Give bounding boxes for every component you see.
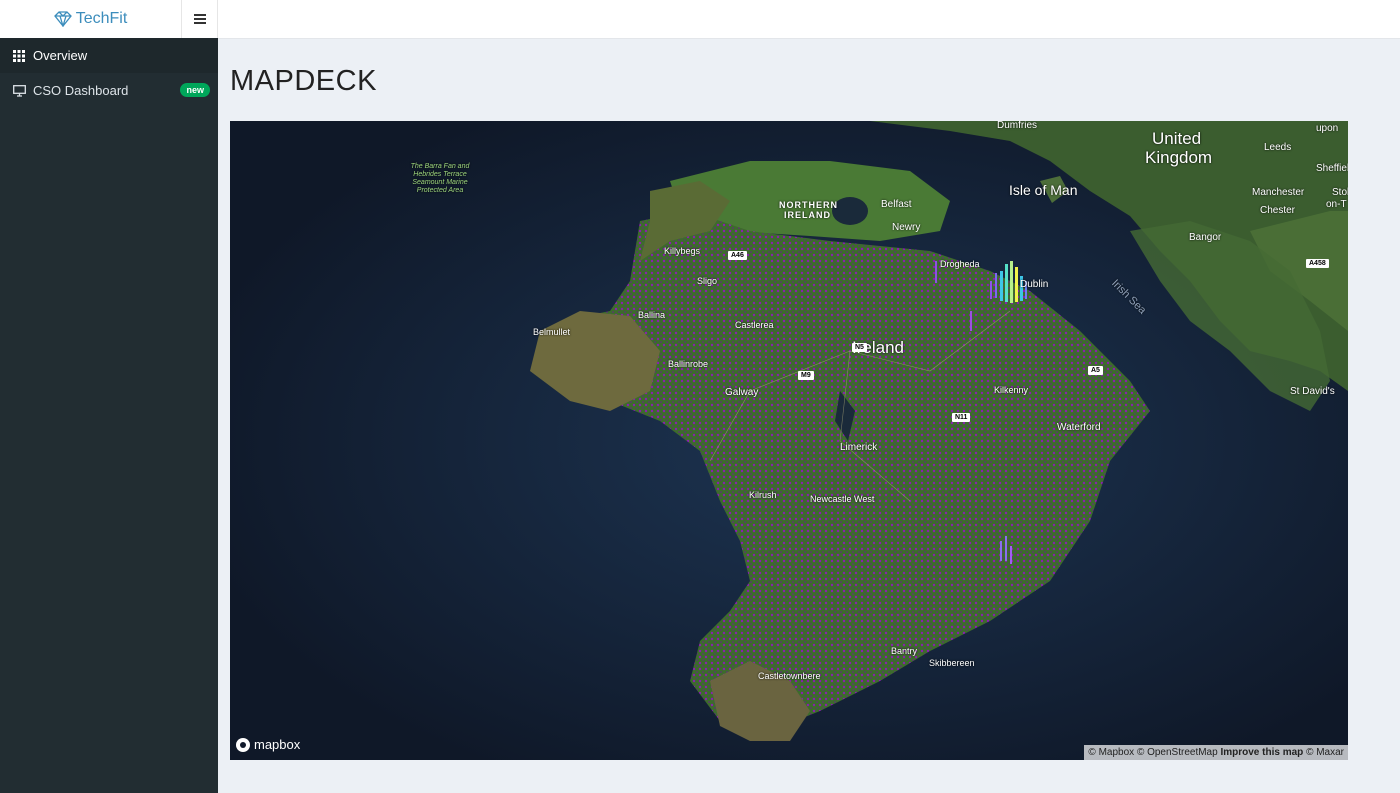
map-label-marine-area: The Barra Fan and Hebrides Terrace Seamo… — [410, 163, 470, 194]
map-label-city: Bantry — [891, 646, 918, 656]
sidebar-item-label: CSO Dashboard — [33, 83, 129, 98]
map-label-city: Waterford — [1057, 422, 1101, 433]
map-label-city: upon — [1316, 123, 1339, 134]
hamburger-icon — [193, 14, 206, 24]
attribution-mapbox-link[interactable]: © Mapbox — [1088, 747, 1134, 758]
map-label-city: Ballinrobe — [668, 359, 709, 369]
road-shield: N5 — [852, 343, 867, 352]
mapbox-logo[interactable]: mapbox — [236, 737, 300, 752]
road-shield: N11 — [952, 413, 971, 422]
app-name: TechFit — [75, 10, 128, 27]
road-shield: M9 — [798, 371, 814, 380]
map-label-city: Dublin — [1020, 279, 1049, 290]
grid-icon — [12, 49, 26, 63]
map-view[interactable]: The Barra Fan and Hebrides Terrace Seamo… — [230, 121, 1348, 760]
map-label-city: Dumfries — [997, 121, 1038, 131]
top-navbar — [181, 0, 1400, 39]
sidebar-item-cso-dashboard[interactable]: CSO Dashboard new — [0, 73, 218, 108]
attribution-osm-link[interactable]: © OpenStreetMap — [1137, 747, 1218, 758]
map-label-city: Drogheda — [940, 259, 980, 269]
improve-map-link[interactable]: Improve this map — [1220, 747, 1303, 758]
map-label-city: Castlerea — [735, 320, 774, 330]
map-label-region: NORTHERN — [779, 200, 838, 210]
map-label-city: Stok — [1332, 187, 1348, 198]
map-label-city: Chester — [1260, 205, 1296, 216]
map-label-city: on-T — [1326, 199, 1347, 210]
sidebar: Overview CSO Dashboard new — [0, 38, 218, 793]
map-label-city: Galway — [725, 387, 759, 398]
map-label-city: Kilrush — [749, 490, 777, 500]
map-label-city: Belfast — [881, 199, 912, 210]
map-label-city: Newry — [892, 222, 921, 233]
new-badge: new — [180, 83, 210, 97]
map-label-city: Manchester — [1252, 187, 1305, 198]
road-shield: A5 — [1088, 366, 1103, 375]
monitor-icon — [12, 84, 26, 98]
map-label-city: Limerick — [840, 442, 878, 453]
map-label-country: Kingdom — [1145, 148, 1213, 167]
map-attribution: © Mapbox © OpenStreetMap Improve this ma… — [1084, 745, 1348, 760]
sidebar-toggle-button[interactable] — [181, 0, 218, 38]
attribution-maxar-link[interactable]: © Maxar — [1306, 747, 1344, 758]
mapbox-icon — [236, 737, 250, 752]
map-label-city: Sligo — [697, 276, 718, 286]
map-label-city: Skibbereen — [929, 658, 975, 668]
map-label-city: St David's — [1290, 386, 1335, 397]
sidebar-item-label: Overview — [33, 48, 88, 63]
app-logo[interactable]: TechFit — [0, 0, 181, 39]
map-label-city: Leeds — [1264, 142, 1292, 153]
map-label-city: Belmullet — [533, 327, 571, 337]
mapbox-logo-text: mapbox — [254, 737, 301, 752]
diamond-icon — [53, 11, 72, 27]
road-shield: A458 — [1306, 259, 1329, 268]
map-label-city: Bangor — [1189, 232, 1222, 243]
map-label-city: Ballina — [638, 310, 666, 320]
map-label-city: Sheffiel — [1316, 163, 1348, 174]
map-label-country: United — [1152, 129, 1202, 148]
page-title: MAPDECK — [230, 65, 377, 97]
map-label-city: Castletownbere — [758, 671, 821, 681]
map-label-city: Newcastle West — [810, 494, 875, 504]
map-label-city: Killybegs — [664, 246, 701, 256]
map-label-region: IRELAND — [784, 210, 831, 220]
map-label-city: Kilkenny — [994, 385, 1029, 395]
map-label-island: Isle of Man — [1009, 182, 1078, 198]
content-area: MAPDECK The Barra Fan and Hebrides Terra… — [218, 39, 1400, 793]
road-shield: A46 — [728, 251, 747, 260]
sidebar-item-overview[interactable]: Overview — [0, 38, 218, 73]
